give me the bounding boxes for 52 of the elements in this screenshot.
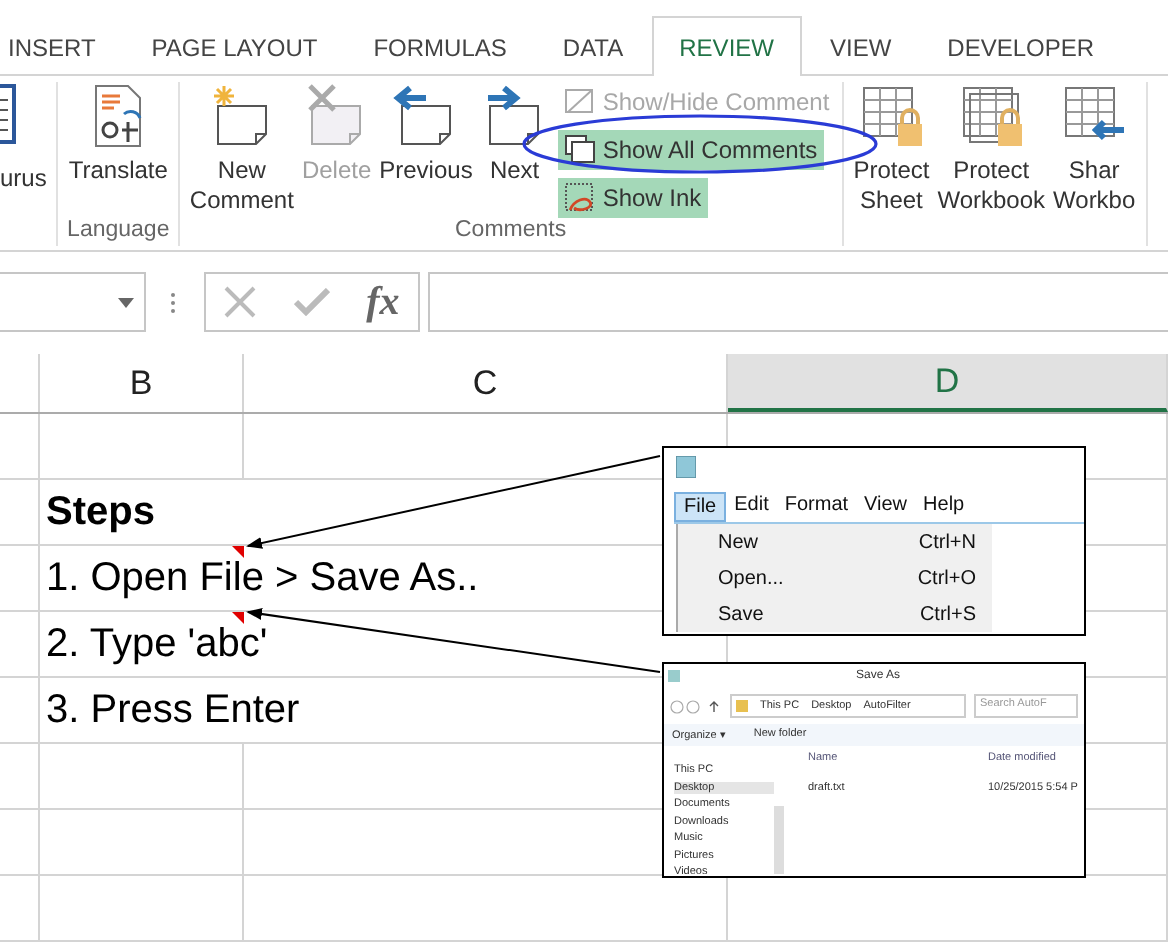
ribbon-button[interactable]: Next <box>476 82 553 218</box>
check-icon[interactable] <box>293 288 330 316</box>
group-label: Comments <box>453 218 569 242</box>
ribbon-tab[interactable]: PAGE LAYOUT <box>123 16 346 76</box>
ribbon-button[interactable]: New Comment <box>185 82 298 218</box>
menu-item[interactable]: Edit <box>726 492 777 522</box>
ribbon-button[interactable]: Previous <box>375 82 477 218</box>
menu-item[interactable]: File <box>674 492 727 522</box>
table-cell <box>0 612 40 678</box>
sheet-lock-icon <box>857 82 926 150</box>
navigation-icon <box>670 699 722 713</box>
ribbon-tab[interactable]: VIEW <box>801 16 920 76</box>
menu-item[interactable]: Help <box>915 492 973 522</box>
shortcut-text: Ctrl+N <box>918 532 976 554</box>
menu-item[interactable]: Format <box>776 492 857 522</box>
insert-function-button[interactable]: fx <box>366 279 400 325</box>
ribbon-tab[interactable]: DATA <box>534 16 652 76</box>
folder-icon <box>736 700 748 712</box>
menu-item[interactable]: New <box>718 532 759 554</box>
ribbon-tab[interactable]: DEVELOPER <box>919 16 1123 76</box>
table-cell <box>0 876 40 942</box>
shortcut-text: Ctrl+S <box>919 604 976 626</box>
workbook-lock-icon <box>957 82 1026 150</box>
notepad-icon <box>676 456 696 478</box>
menu-item[interactable]: Open... <box>718 568 784 590</box>
formula-input[interactable] <box>428 272 1168 332</box>
dropdown-caret-icon <box>118 297 134 307</box>
ribbon-button[interactable]: Shar Workbo <box>1049 82 1140 218</box>
menu-item[interactable]: View <box>856 492 916 522</box>
column-header[interactable]: D <box>728 354 1168 412</box>
ink-icon <box>564 182 597 214</box>
ribbon-button[interactable]: Show Ink <box>558 178 708 218</box>
shortcut-text: Ctrl+O <box>917 568 976 590</box>
ribbon-button[interactable]: urus <box>0 82 47 194</box>
ribbon-tab[interactable]: FORMULAS <box>345 16 535 76</box>
grip-icon <box>170 291 176 313</box>
ribbon-button[interactable]: Translate <box>64 82 172 218</box>
folder-icon <box>668 670 680 682</box>
comment-slash-icon <box>564 86 597 118</box>
comments-icon <box>564 134 597 166</box>
table-cell <box>0 744 40 810</box>
group-label: Language <box>65 218 172 242</box>
name-box[interactable] <box>0 272 146 332</box>
ribbon-button[interactable]: Protect Sheet <box>849 82 934 218</box>
table-cell <box>0 810 40 876</box>
column-header[interactable]: B <box>40 354 244 412</box>
ribbon-button[interactable]: Show All Comments <box>558 130 824 170</box>
ribbon-button[interactable]: Protect Workbook <box>933 82 1050 218</box>
cancel-icon[interactable] <box>224 286 257 318</box>
ribbon-tab[interactable]: REVIEW <box>651 16 802 76</box>
ribbon-tab[interactable]: INSERT <box>0 16 124 76</box>
table-cell <box>0 414 40 480</box>
